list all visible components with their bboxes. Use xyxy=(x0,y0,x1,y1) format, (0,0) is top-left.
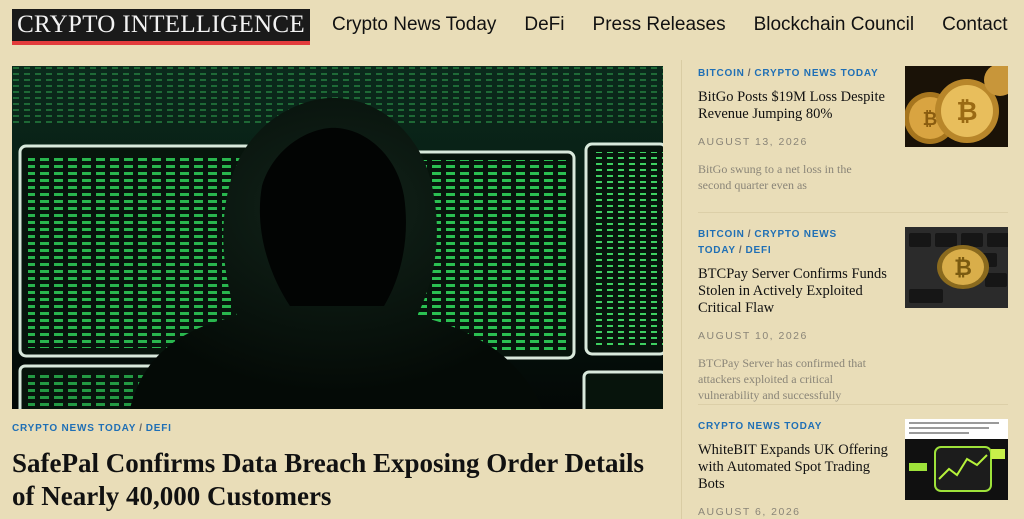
article-thumbnail[interactable]: ₿ xyxy=(905,227,1008,308)
article-date: AUGUST 10, 2026 xyxy=(698,330,808,342)
article-thumbnail[interactable]: ₿ ₿ xyxy=(905,66,1008,147)
sidebar-article: CRYPTO NEWS TODAY WhiteBIT Expands UK Of… xyxy=(698,419,1008,518)
category-separator: / xyxy=(747,229,752,240)
article-category-link[interactable]: DEFI xyxy=(746,245,772,256)
svg-text:₿: ₿ xyxy=(923,109,938,130)
hero-image[interactable] xyxy=(12,66,663,409)
nav-item-defi[interactable]: DeFi xyxy=(524,14,564,36)
article-date: AUGUST 6, 2026 xyxy=(698,506,801,518)
hero-category-link[interactable]: DEFI xyxy=(146,423,172,434)
nav-item-contact[interactable]: Contact xyxy=(942,14,1007,36)
hero-categories: CRYPTO NEWS TODAY / DEFI xyxy=(12,423,172,434)
column-divider xyxy=(681,60,682,519)
article-title[interactable]: WhiteBIT Expands UK Offering with Automa… xyxy=(698,442,888,493)
article-categories: BITCOIN / CRYPTO NEWS TODAY / DEFI xyxy=(698,227,888,259)
sidebar-article: BITCOIN / CRYPTO NEWS TODAY / DEFI BTCPay Se… xyxy=(698,227,1008,403)
nav-item-blockchain-council[interactable]: Blockchain Council xyxy=(754,14,915,36)
svg-text:₿: ₿ xyxy=(956,97,977,127)
category-separator: / xyxy=(139,423,143,434)
hero-headline[interactable]: SafePal Confirms Data Breach Exposing Or… xyxy=(12,447,652,513)
category-separator: / xyxy=(747,68,752,79)
article-divider xyxy=(698,404,1008,405)
category-separator: / xyxy=(738,245,743,256)
article-title[interactable]: BitGo Posts $19M Loss Despite Revenue Ju… xyxy=(698,89,888,123)
article-excerpt: BitGo swung to a net loss in the second … xyxy=(698,162,852,192)
site-logo[interactable]: CRYPTO INTELLIGENCE xyxy=(12,9,310,45)
article-categories: BITCOIN / CRYPTO NEWS TODAY xyxy=(698,66,888,82)
svg-text:₿: ₿ xyxy=(954,256,972,281)
article-title[interactable]: BTCPay Server Confirms Funds Stolen in A… xyxy=(698,266,888,317)
hero-category-link[interactable]: CRYPTO NEWS TODAY xyxy=(12,423,136,434)
nav-item-crypto-news-today[interactable]: Crypto News Today xyxy=(332,14,496,36)
article-category-link[interactable]: BITCOIN xyxy=(698,229,745,240)
site-logo-text: CRYPTO INTELLIGENCE xyxy=(17,11,305,38)
article-divider xyxy=(698,212,1008,213)
nav-item-press-releases[interactable]: Press Releases xyxy=(593,14,726,36)
article-category-link[interactable]: CRYPTO NEWS TODAY xyxy=(754,68,878,79)
article-category-link[interactable]: BITCOIN xyxy=(698,68,745,79)
article-category-link[interactable]: CRYPTO NEWS TODAY xyxy=(698,421,822,432)
article-categories: CRYPTO NEWS TODAY xyxy=(698,419,888,435)
article-excerpt: BTCPay Server has confirmed that attacke… xyxy=(698,356,866,402)
main-nav: Crypto News Today DeFi Press Releases Bl… xyxy=(332,14,1008,36)
article-thumbnail[interactable] xyxy=(905,419,1008,500)
sidebar-article: BITCOIN / CRYPTO NEWS TODAY BitGo Posts $1… xyxy=(698,66,1008,193)
